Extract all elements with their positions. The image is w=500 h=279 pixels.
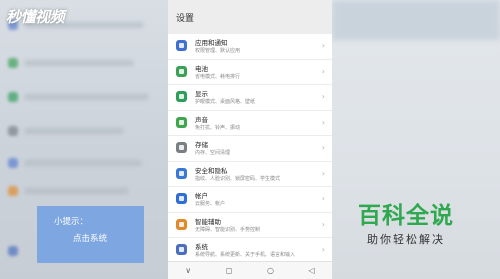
settings-item-account[interactable]: 帐户 云服务、帐户 › <box>168 187 332 213</box>
blurred-icon <box>8 126 18 136</box>
security-icon <box>176 167 187 179</box>
sound-icon <box>176 116 187 128</box>
nav-back-icon[interactable]: ◁ <box>309 266 315 275</box>
item-title: 存储 <box>195 141 208 149</box>
storage-icon <box>176 142 187 153</box>
chevron-right-icon: › <box>321 117 325 127</box>
hint-body: 点击系统 <box>73 234 108 244</box>
assist-icon <box>176 218 187 230</box>
item-subtitle: 内存、空间清理 <box>195 150 231 156</box>
blurred-icon <box>8 158 18 168</box>
blurred-icon <box>8 246 18 256</box>
item-title: 系统 <box>195 243 208 251</box>
item-title: 电池 <box>195 64 208 73</box>
item-title: 安全和隐私 <box>195 166 228 175</box>
blurred-icon <box>8 58 18 68</box>
blurred-row <box>24 128 124 134</box>
blurred-header <box>332 0 500 40</box>
chevron-right-icon: › <box>321 194 325 203</box>
logo-title: 百科全说 <box>358 203 454 229</box>
account-icon <box>176 193 187 204</box>
settings-item-sound[interactable]: 声音 免打扰、铃声、振动 › <box>168 111 332 136</box>
item-title: 显示 <box>195 90 208 98</box>
page-title: 设置 <box>176 13 195 24</box>
hint-title: 小提示： <box>54 217 89 227</box>
battery-icon <box>176 65 187 77</box>
settings-item-assist[interactable]: 智能辅助 无障碍、智能识别、手势控制 › <box>168 213 332 238</box>
chevron-right-icon: › <box>321 245 325 254</box>
chevron-right-icon: › <box>321 41 325 50</box>
watermark-logo: 秒懂视频 <box>6 8 65 26</box>
item-subtitle: 省电模式、耗电排行 <box>195 73 241 80</box>
settings-header: 设置 <box>168 0 332 34</box>
settings-list: 应用和通知 权限管理、默认应用 › 电池 省电模式、耗电排行 › 显示 护眼模式… <box>168 34 332 264</box>
item-title: 声音 <box>195 115 208 124</box>
item-subtitle: 护眼模式、桌面风格、壁纸 <box>195 99 256 105</box>
item-subtitle: 指纹、人脸识别、锁屏密码、学生模式 <box>195 175 281 182</box>
blurred-row <box>24 188 129 194</box>
apps-icon <box>176 40 187 51</box>
item-subtitle: 云服务、帐户 <box>195 201 226 207</box>
item-title: 帐户 <box>195 192 208 200</box>
blurred-row <box>24 60 134 66</box>
chevron-right-icon: › <box>321 219 325 229</box>
settings-item-system[interactable]: 系统 系统导航、系统更新、关于手机、语言和输入 › <box>168 238 332 264</box>
settings-item-apps[interactable]: 应用和通知 权限管理、默认应用 › <box>168 34 332 60</box>
logo-subtitle: 助你轻松解决 <box>367 233 445 246</box>
settings-item-security[interactable]: 安全和隐私 指纹、人脸识别、锁屏密码、学生模式 › <box>168 162 332 187</box>
item-subtitle: 免打扰、铃声、振动 <box>195 124 241 131</box>
item-title: 应用和通知 <box>195 39 228 47</box>
system-icon <box>176 244 187 255</box>
settings-item-battery[interactable]: 电池 省电模式、耗电排行 › <box>168 60 332 85</box>
settings-item-display[interactable]: 显示 护眼模式、桌面风格、壁纸 › <box>168 85 332 111</box>
chevron-right-icon: › <box>321 168 325 178</box>
item-title: 智能辅助 <box>195 217 221 226</box>
blurred-icon <box>8 92 18 102</box>
blurred-icon <box>8 186 18 196</box>
item-subtitle: 无障碍、智能识别、手势控制 <box>195 226 261 233</box>
nav-down-icon[interactable]: ∨ <box>185 266 191 275</box>
blurred-row <box>24 160 142 166</box>
chevron-right-icon: › <box>321 66 325 76</box>
navigation-bar: ∨ ◻ ○ ◁ <box>168 261 332 279</box>
hint-box: 小提示： 点击系统 <box>37 206 144 263</box>
item-subtitle: 系统导航、系统更新、关于手机、语言和输入 <box>195 252 296 258</box>
brand-logo: 百科全说 助你轻松解决 <box>348 196 464 256</box>
item-subtitle: 权限管理、默认应用 <box>195 48 241 54</box>
nav-home-icon[interactable]: ○ <box>267 266 274 275</box>
chevron-right-icon: › <box>321 92 325 101</box>
display-icon <box>176 91 187 102</box>
nav-recents-icon[interactable]: ◻ <box>226 266 233 275</box>
settings-item-storage[interactable]: 存储 内存、空间清理 › <box>168 136 332 162</box>
chevron-right-icon: › <box>321 143 325 152</box>
blurred-row <box>24 94 149 100</box>
phone-screen: 设置 应用和通知 权限管理、默认应用 › 电池 省电模式、耗电排行 › 显示 护… <box>168 0 332 279</box>
